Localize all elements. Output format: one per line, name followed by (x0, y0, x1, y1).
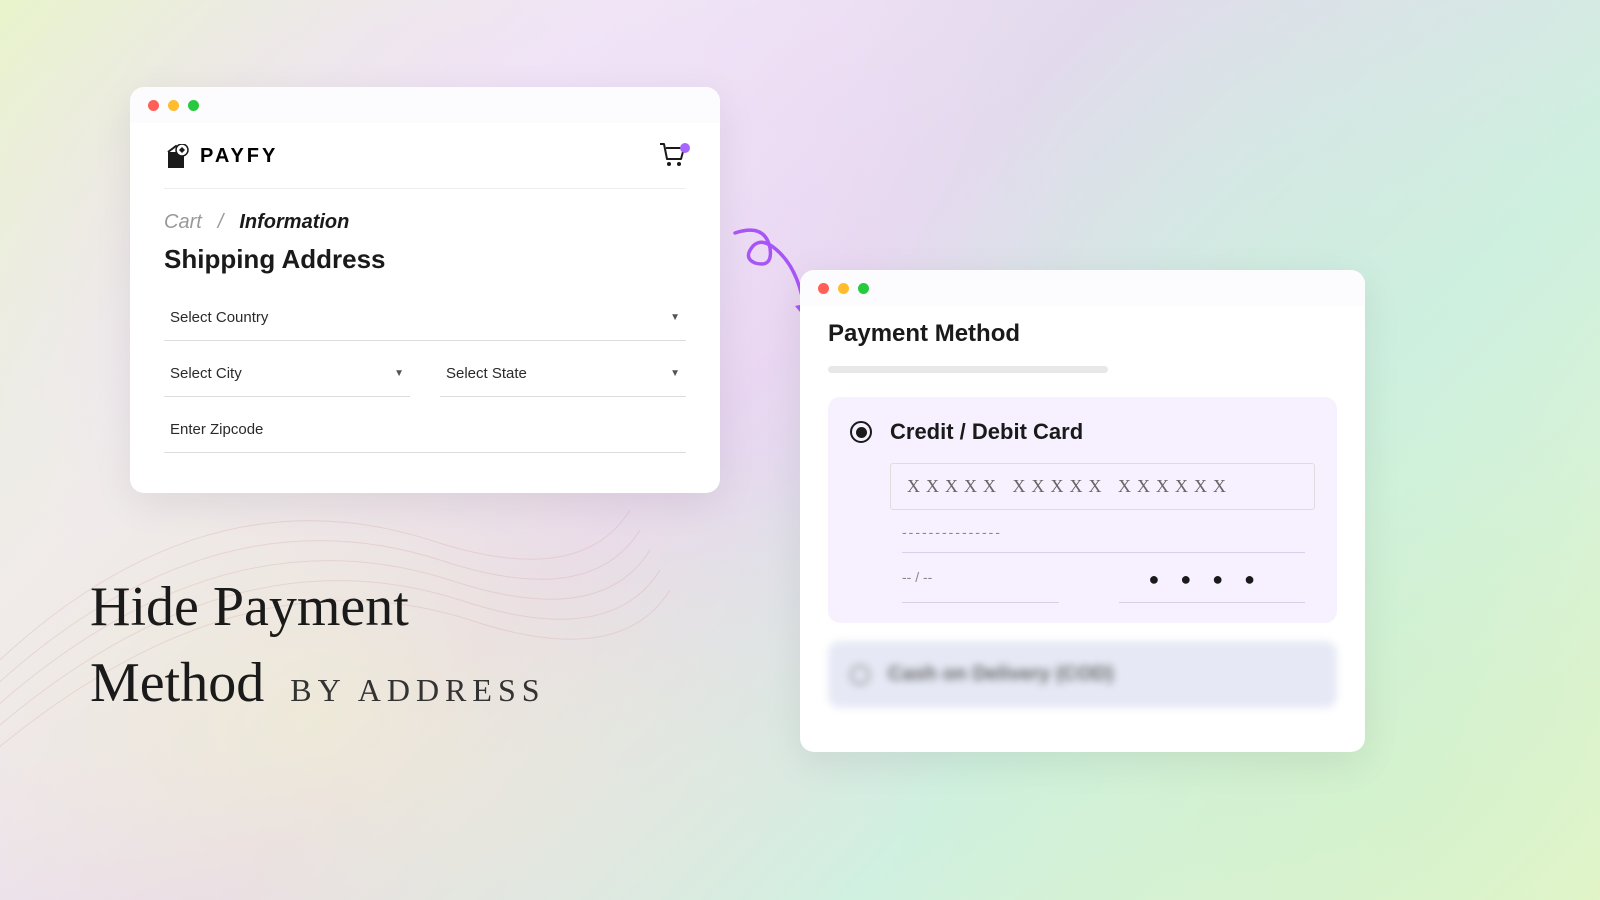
breadcrumb-cart[interactable]: Cart (164, 211, 202, 234)
zipcode-input[interactable]: Enter Zipcode (164, 407, 686, 453)
state-placeholder: Select State (446, 365, 527, 382)
cvv-input[interactable]: ● ● ● ● (1119, 553, 1306, 603)
window-chrome (130, 87, 720, 123)
radio-selected[interactable] (850, 421, 872, 443)
breadcrumb-separator: / (218, 211, 224, 234)
state-select[interactable]: Select State ▼ (440, 351, 686, 397)
shipping-window: PAYFY Cart / Information Shipping Addres… (130, 87, 720, 493)
close-dot[interactable] (148, 100, 159, 111)
city-select[interactable]: Select City ▼ (164, 351, 410, 397)
payment-title: Payment Method (828, 320, 1337, 348)
card-number-input[interactable]: XXXXX XXXXX XXXXXX (890, 463, 1315, 510)
headline-line1: Hide Payment (90, 570, 546, 646)
minimize-dot[interactable] (838, 283, 849, 294)
breadcrumb-information: Information (239, 211, 349, 234)
cod-option-hidden: Cash on Delivery (COD) (828, 641, 1337, 708)
payfy-icon (164, 144, 192, 170)
cart-button[interactable] (658, 141, 686, 172)
cart-badge (680, 143, 690, 153)
cod-option-label: Cash on Delivery (COD) (888, 663, 1114, 686)
city-placeholder: Select City (170, 365, 242, 382)
expiry-input[interactable]: -- / -- (902, 553, 1059, 603)
card-option-label: Credit / Debit Card (890, 419, 1083, 445)
payment-window: Payment Method Credit / Debit Card XXXXX… (800, 270, 1365, 752)
card-name-input[interactable]: --------------- (902, 510, 1305, 553)
country-placeholder: Select Country (170, 309, 268, 326)
radio-unselected (850, 665, 870, 685)
headline-line2-sub: BY ADDRESS (290, 672, 545, 709)
country-select[interactable]: Select Country ▼ (164, 295, 686, 341)
window-chrome (800, 270, 1365, 306)
headline: Hide Payment Method BY ADDRESS (90, 570, 546, 721)
close-dot[interactable] (818, 283, 829, 294)
maximize-dot[interactable] (858, 283, 869, 294)
maximize-dot[interactable] (188, 100, 199, 111)
breadcrumb: Cart / Information (164, 211, 686, 234)
minimize-dot[interactable] (168, 100, 179, 111)
progress-bar (828, 366, 1108, 373)
brand-logo: PAYFY (164, 144, 278, 170)
brand-name: PAYFY (200, 145, 278, 168)
shipping-title: Shipping Address (164, 244, 686, 275)
chevron-down-icon: ▼ (670, 312, 680, 323)
chevron-down-icon: ▼ (394, 368, 404, 379)
chevron-down-icon: ▼ (670, 368, 680, 379)
credit-card-option[interactable]: Credit / Debit Card XXXXX XXXXX XXXXXX -… (828, 397, 1337, 623)
headline-line2-main: Method (90, 646, 264, 722)
zipcode-placeholder: Enter Zipcode (170, 421, 263, 438)
